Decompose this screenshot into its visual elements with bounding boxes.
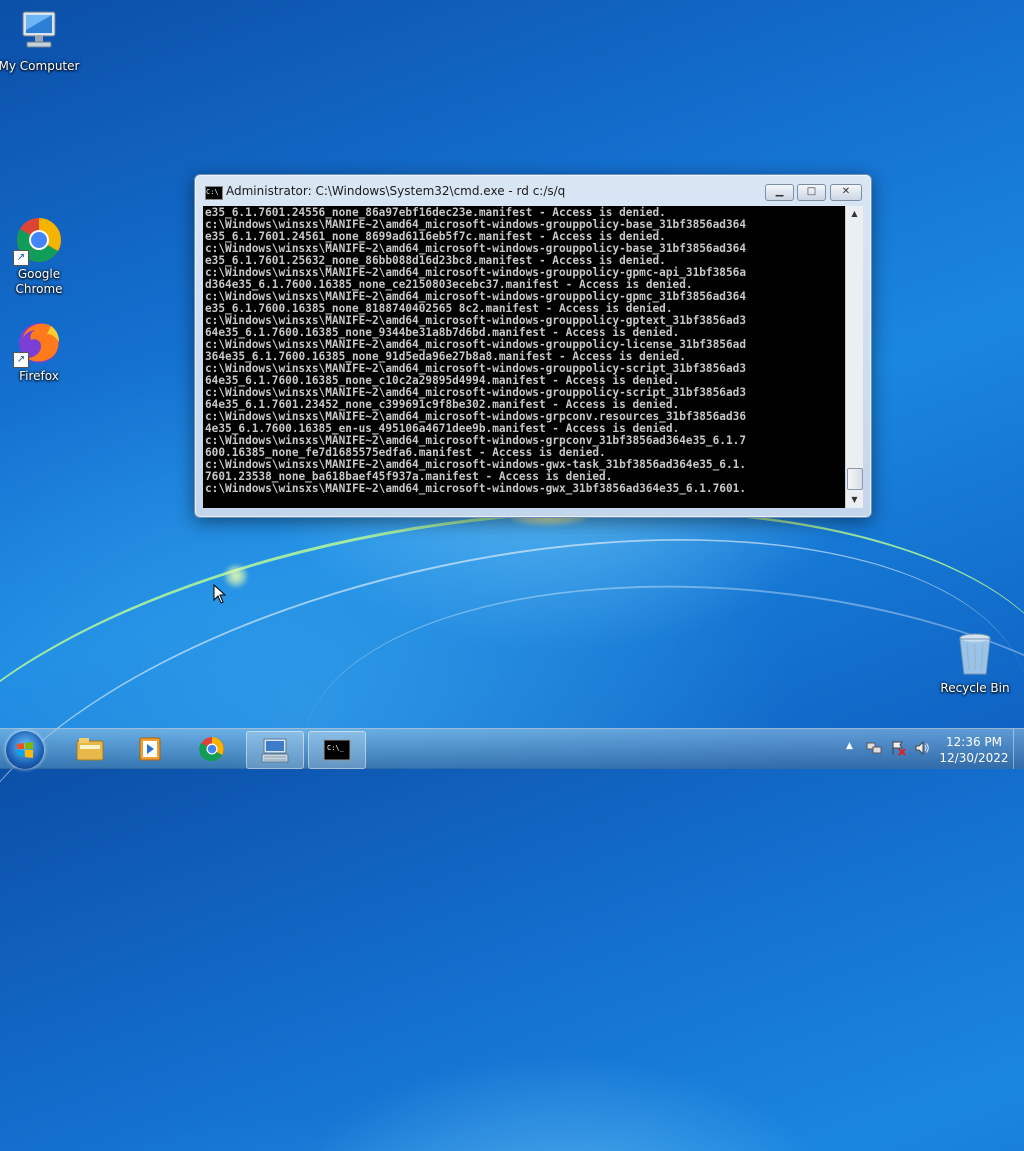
clock-time: 12:36 PM bbox=[946, 735, 1002, 749]
start-button[interactable] bbox=[6, 731, 44, 769]
window-title: Administrator: C:\Windows\System32\cmd.e… bbox=[226, 184, 566, 198]
taskbar-chrome-button[interactable] bbox=[184, 731, 240, 767]
window-titlebar[interactable]: C:\ Administrator: C:\Windows\System32\c… bbox=[195, 175, 871, 207]
network-icon[interactable] bbox=[866, 740, 882, 759]
computer-icon bbox=[15, 8, 63, 56]
chrome-icon: ↗ bbox=[13, 216, 63, 266]
volume-icon[interactable] bbox=[914, 740, 930, 759]
taskbar-explorer-button[interactable] bbox=[62, 731, 118, 767]
vertical-scrollbar[interactable]: ▲ ▼ bbox=[845, 206, 863, 508]
desktop-icon-label: My Computer bbox=[0, 59, 80, 73]
wallpaper-swoosh bbox=[0, 450, 1024, 1151]
svg-text:C:\_: C:\_ bbox=[327, 744, 345, 752]
media-player-icon bbox=[139, 737, 161, 761]
shortcut-arrow-icon: ↗ bbox=[13, 250, 29, 266]
chrome-icon bbox=[199, 737, 224, 762]
desktop-icon-label: Recycle Bin bbox=[940, 681, 1010, 695]
desktop-icon-firefox[interactable]: ↗ Firefox bbox=[0, 318, 81, 384]
close-button[interactable]: ✕ bbox=[830, 184, 862, 201]
taskbar-cmd-button[interactable]: C:\_ bbox=[308, 731, 366, 769]
mouse-cursor-icon bbox=[213, 583, 227, 608]
console-output[interactable]: e35_6.1.7601.24556_none_86a97ebf16dec23e… bbox=[203, 206, 845, 508]
taskbar: C:\_ ▲ 12:36 PM 12/30/2022 bbox=[0, 728, 1024, 769]
scroll-down-arrow-icon[interactable]: ▼ bbox=[846, 492, 863, 508]
show-hidden-icons-chevron-icon[interactable]: ▲ bbox=[846, 741, 853, 751]
taskbar-clock[interactable]: 12:36 PM 12/30/2022 bbox=[929, 734, 1019, 766]
cmd-icon: C:\_ bbox=[323, 739, 351, 761]
firefox-icon: ↗ bbox=[13, 318, 63, 368]
taskbar-keyboard-app-button[interactable] bbox=[246, 731, 304, 769]
action-center-flag-icon[interactable] bbox=[890, 740, 906, 759]
scroll-thumb[interactable] bbox=[847, 468, 863, 490]
desktop-icon-google-chrome[interactable]: ↗ Google Chrome bbox=[0, 216, 81, 297]
desktop-icon-recycle-bin[interactable]: Recycle Bin bbox=[933, 630, 1017, 696]
shortcut-arrow-icon: ↗ bbox=[13, 352, 29, 368]
desktop-icon-my-computer[interactable]: My Computer bbox=[0, 8, 81, 74]
desktop-icon-label: Google Chrome bbox=[15, 267, 63, 296]
console-text: e35_6.1.7601.24556_none_86a97ebf16dec23e… bbox=[205, 206, 746, 495]
clock-date: 12/30/2022 bbox=[939, 751, 1009, 765]
folder-icon bbox=[76, 738, 104, 761]
taskbar-media-player-button[interactable] bbox=[122, 731, 178, 767]
desktop-icon-label: Firefox bbox=[19, 369, 59, 383]
cmd-window[interactable]: C:\ Administrator: C:\Windows\System32\c… bbox=[194, 174, 872, 518]
maximize-button[interactable]: □ bbox=[797, 184, 826, 201]
wallpaper-swoosh bbox=[281, 544, 1024, 1038]
show-desktop-button[interactable] bbox=[1013, 729, 1024, 769]
scroll-up-arrow-icon[interactable]: ▲ bbox=[846, 206, 863, 222]
keyboard-icon bbox=[261, 738, 289, 763]
recycle-bin-icon bbox=[951, 630, 999, 678]
minimize-button[interactable]: ▁ bbox=[765, 184, 794, 201]
wallpaper-swoosh bbox=[0, 439, 1024, 1124]
wallpaper-glow bbox=[225, 565, 247, 587]
cmd-icon: C:\ bbox=[205, 186, 223, 200]
windows-logo-icon bbox=[17, 742, 33, 758]
